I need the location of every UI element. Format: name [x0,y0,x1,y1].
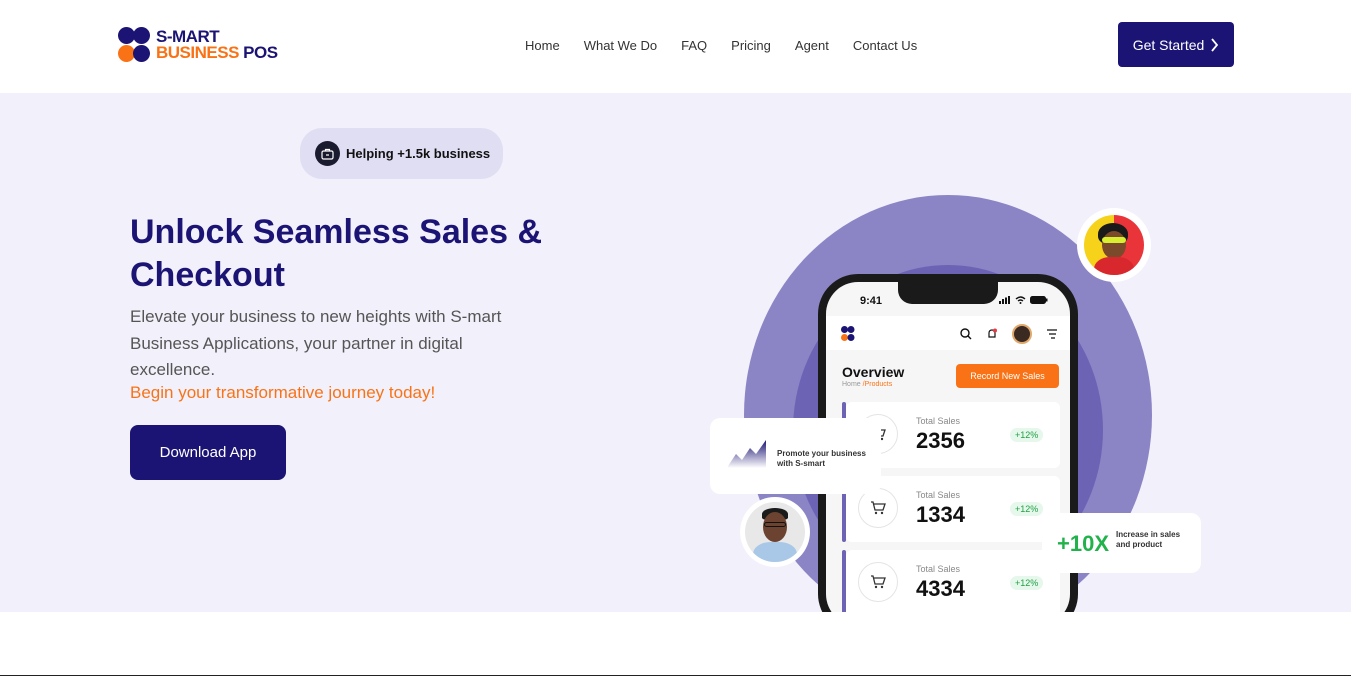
trust-badge-label: Helping +1.5k business [346,146,491,161]
growth-card: +10X Increase in sales and product [1042,513,1201,573]
customer-avatar-female [1077,208,1151,282]
nav-contact-us[interactable]: Contact Us [853,36,917,55]
nav-what-we-do[interactable]: What We Do [584,36,657,55]
hero-title: Unlock Seamless Sales & Checkout [130,213,543,294]
overview-heading: Overview [842,364,905,380]
filter-icon[interactable] [1046,329,1058,339]
growth-value: +10X [1057,531,1109,556]
logo-wordmark: S-MART BUSINESS POS [156,28,278,62]
growth-chart-icon [728,440,766,468]
search-icon[interactable] [960,328,972,340]
stat-value: 2356 [916,428,965,453]
signal-icon [999,296,1010,304]
nav-agent[interactable]: Agent [795,36,829,55]
status-icons [999,296,1048,304]
user-avatar[interactable] [1012,324,1032,344]
app-logo-icon [841,326,855,341]
stat-change-badge: +12% [1010,428,1044,442]
chevron-right-icon [1211,37,1219,52]
app-top-bar [826,316,1070,350]
promo-card: Promote your business with S-smart [710,418,881,494]
phone-breadcrumb: Home /Products [842,381,892,388]
nav-home[interactable]: Home [525,36,560,55]
stat-value: 4334 [916,576,965,601]
logo-line-2: BUSINESS POS [156,43,278,62]
download-app-button[interactable]: Download App [130,425,286,480]
stat-label: Total Sales [916,416,961,426]
get-started-label: Get Started [1132,36,1205,53]
phone-time: 9:41 [860,295,883,307]
app-toolbar [960,324,1058,344]
hero-description: Elevate your business to new heights wit… [130,307,502,379]
nav-pricing[interactable]: Pricing [731,36,771,55]
battery-icon [1030,296,1048,304]
growth-text: Increase in sales and product [1116,530,1181,549]
logo-mark-icon [118,27,152,63]
nav-faq[interactable]: FAQ [681,36,707,55]
wifi-icon [1015,296,1026,304]
stat-change-badge: +12% [1010,502,1044,516]
brand-logo[interactable]: S-MART BUSINESS POS [118,26,288,64]
stat-value: 1334 [916,502,965,527]
stat-card: Total Sales 4334 +12% [842,550,1060,612]
breadcrumb-current: /Products [862,381,893,388]
breadcrumb-home[interactable]: Home [842,381,861,388]
cart-icon [858,488,898,528]
hero-tagline: Begin your transformative journey today! [130,383,436,402]
phone-notch [898,282,998,304]
record-new-sales-button[interactable]: Record New Sales [956,364,1059,388]
trust-badge: Helping +1.5k business [300,128,503,179]
stat-label: Total Sales [916,490,961,500]
get-started-button[interactable]: Get Started [1118,22,1234,67]
briefcase-icon [315,141,340,166]
stat-change-badge: +12% [1010,576,1044,590]
bell-icon[interactable] [986,328,998,340]
customer-avatar-male [740,497,810,567]
main-nav: Home What We Do FAQ Pricing Agent Contac… [525,36,917,55]
hero-section: Helping +1.5k business Unlock Seamless S… [0,93,1351,612]
cart-icon [858,562,898,602]
promo-text: Promote your business with S-smart [777,449,866,468]
site-header: S-MART BUSINESS POS Home What We Do FAQ … [0,0,1351,93]
stat-label: Total Sales [916,564,961,574]
